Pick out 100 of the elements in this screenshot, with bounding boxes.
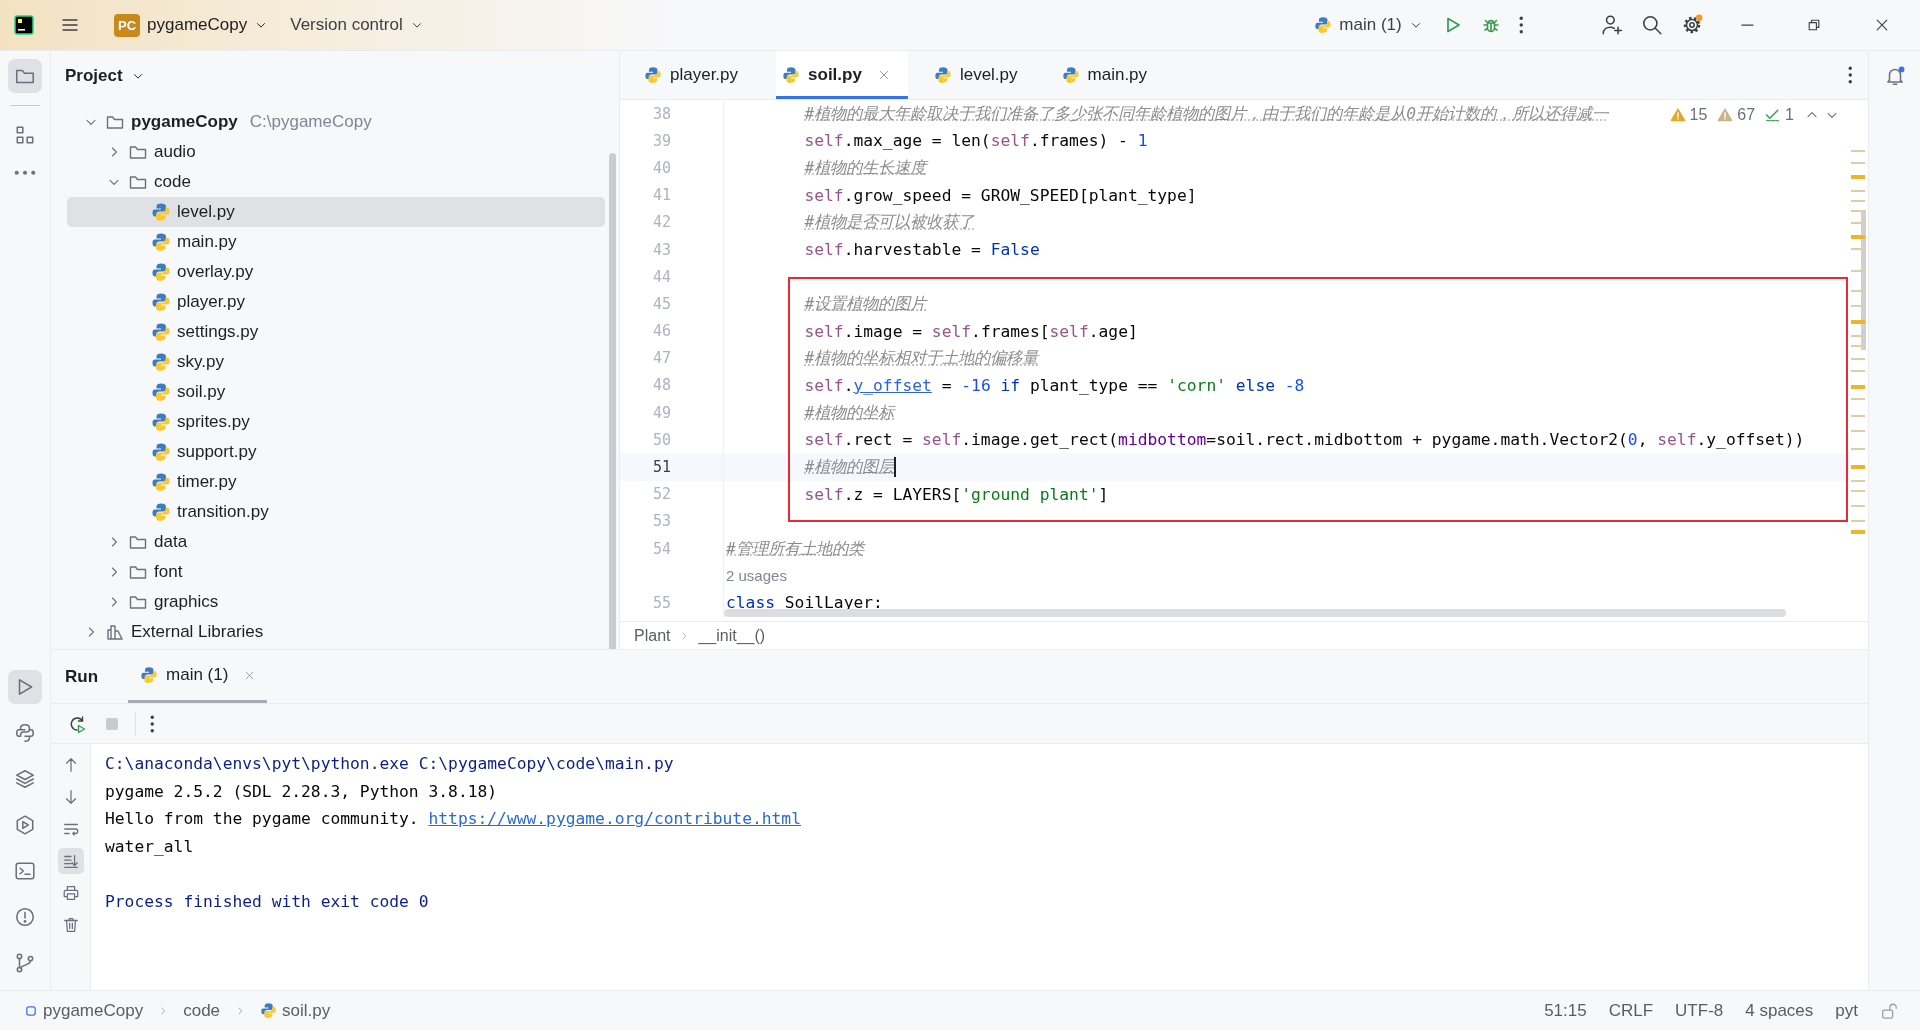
code-line: #植物的最大年龄取决于我们准备了多少张不同年龄植物的图片，由于我们的年龄是从0开始计数的，所以还得减一 xyxy=(804,102,1608,125)
close-icon xyxy=(1874,17,1890,33)
python-icon xyxy=(1314,16,1333,34)
run-configuration-selector[interactable]: main (1) xyxy=(1306,9,1431,41)
typo-count[interactable]: 1 xyxy=(1785,106,1794,124)
breadcrumb-item[interactable]: soil.py xyxy=(252,996,339,1025)
python-file-icon xyxy=(151,412,171,432)
console-text: Hello from the pygame community. xyxy=(105,809,420,829)
usages-hint[interactable]: 2 usages xyxy=(726,567,787,585)
tree-item[interactable]: main.py xyxy=(67,227,605,257)
scroll-to-end-icon xyxy=(61,852,80,870)
scrollbar[interactable] xyxy=(609,153,616,649)
project-switcher[interactable]: PC pygameCopy xyxy=(106,7,277,43)
scroll-to-end-button[interactable] xyxy=(57,848,84,874)
print-icon xyxy=(61,884,80,902)
tree-item[interactable]: level.py xyxy=(67,197,605,227)
line-number: 50 xyxy=(652,430,671,449)
structure-icon xyxy=(14,124,36,146)
code-line: self.harvestable = False xyxy=(804,240,1040,260)
python-icon xyxy=(1061,66,1080,84)
interpreter-selector[interactable]: pyt xyxy=(1827,996,1866,1025)
line-number: 48 xyxy=(652,376,671,395)
line-number: 55 xyxy=(652,593,671,612)
close-tab-icon[interactable] xyxy=(244,669,256,681)
editor-tab[interactable]: level.py xyxy=(927,51,1036,99)
line-number: 39 xyxy=(652,131,671,150)
code-line: #植物的坐标相对于土地的偏移量 xyxy=(804,347,1039,370)
tree-item[interactable]: support.py xyxy=(67,437,605,467)
tree-item[interactable]: transition.py xyxy=(67,497,605,527)
breadcrumb-item[interactable]: code xyxy=(175,996,229,1025)
tree-item[interactable]: audio xyxy=(67,137,605,167)
line-number: 40 xyxy=(652,158,671,177)
tree-item[interactable]: timer.py xyxy=(67,467,605,497)
close-tab-icon[interactable] xyxy=(877,69,890,81)
python-file-icon xyxy=(151,442,171,462)
tree-item[interactable]: settings.py xyxy=(67,317,605,347)
tree-item[interactable]: sprites.py xyxy=(67,407,605,437)
code-line: self.y_offset = -16 if plant_type == 'corn' else -8 xyxy=(804,375,1305,395)
python-file-icon xyxy=(151,202,171,222)
python-file-icon xyxy=(151,232,171,252)
caret-position[interactable]: 51:15 xyxy=(1536,996,1595,1025)
search-icon xyxy=(1641,14,1664,36)
settings-icon xyxy=(1681,14,1704,36)
horizontal-scrollbar[interactable] xyxy=(724,609,1786,617)
console-text: C:\anaconda\envs\pyt\python.exe C:\pygameCopy\code\main.py xyxy=(105,754,674,774)
console-text: Process finished with exit code 0 xyxy=(105,891,429,911)
tree-item[interactable]: data xyxy=(67,527,605,557)
file-encoding[interactable]: UTF-8 xyxy=(1667,996,1732,1025)
python-icon xyxy=(644,66,662,84)
more-icon xyxy=(150,714,155,733)
library-icon xyxy=(105,622,125,642)
editor-tab[interactable]: main.py xyxy=(1055,51,1166,99)
more-icon xyxy=(14,170,36,176)
run-tab[interactable]: main (1) xyxy=(128,650,268,703)
code-line: self.rect = self.image.get_rect(midbottom=soil.rect.midbottom + pygame.math.Vector2(0, self.y_offset)) xyxy=(804,430,1805,450)
tree-item[interactable]: player.py xyxy=(67,287,605,317)
editor-tab[interactable]: player.py xyxy=(638,51,757,99)
terminal-icon xyxy=(14,860,36,882)
tree-item[interactable]: External Libraries xyxy=(67,617,605,647)
weak-warning-count[interactable]: 67 xyxy=(1737,106,1756,124)
code-line: self.image = self.frames[self.age] xyxy=(804,321,1138,341)
breadcrumb-item[interactable]: Plant xyxy=(634,626,671,645)
git-branch-icon xyxy=(14,952,36,974)
tree-item[interactable]: font xyxy=(67,557,605,587)
editor-tab[interactable]: soil.py xyxy=(776,51,908,99)
minimize-icon xyxy=(1741,23,1754,27)
warning-count[interactable]: 15 xyxy=(1689,106,1708,124)
tree-item[interactable]: graphics xyxy=(67,587,605,617)
tree-item[interactable]: overlay.py xyxy=(67,257,605,287)
breadcrumb-item[interactable]: pygameCopy xyxy=(16,996,152,1025)
python-file-icon xyxy=(151,352,171,372)
python-icon xyxy=(782,66,801,84)
line-number: 53 xyxy=(652,512,671,531)
check-icon xyxy=(1765,107,1782,123)
indent-setting[interactable]: 4 spaces xyxy=(1737,996,1822,1025)
app-logo-icon xyxy=(14,15,34,35)
code-line: #管理所有土地的类 xyxy=(726,537,864,560)
tool-window-title-dropdown[interactable]: Project xyxy=(65,65,145,86)
add-user-icon xyxy=(1601,14,1624,36)
project-icon xyxy=(24,1003,38,1018)
code-line: self.z = LAYERS['ground plant'] xyxy=(804,484,1109,504)
project-tool-button[interactable] xyxy=(8,59,42,93)
tree-item[interactable]: sky.py xyxy=(67,347,605,377)
python-file-icon xyxy=(151,472,171,492)
project-badge: PC xyxy=(114,13,141,37)
line-number: 51 xyxy=(652,458,671,477)
code-line: #植物的生长速度 xyxy=(804,156,927,179)
breadcrumb-item[interactable]: __init__() xyxy=(698,626,766,645)
tree-item[interactable]: code xyxy=(67,167,605,197)
line-number: 38 xyxy=(652,104,671,123)
run-tool-button[interactable] xyxy=(8,670,42,704)
line-separator[interactable]: CRLF xyxy=(1600,996,1662,1025)
line-number: 52 xyxy=(652,485,671,504)
line-number: 46 xyxy=(652,322,671,341)
code-line: class SoilLayer: xyxy=(726,593,883,613)
vcs-menu[interactable]: Version control xyxy=(282,9,432,41)
tree-item[interactable]: soil.py xyxy=(67,377,605,407)
tree-item[interactable]: pygameCopy C:\pygameCopy xyxy=(67,107,605,137)
console-text: pygame 2.5.2 (SDL 2.28.3, Python 3.8.18) xyxy=(105,781,498,801)
console-link[interactable]: https://www.pygame.org/contribute.html xyxy=(428,809,801,829)
